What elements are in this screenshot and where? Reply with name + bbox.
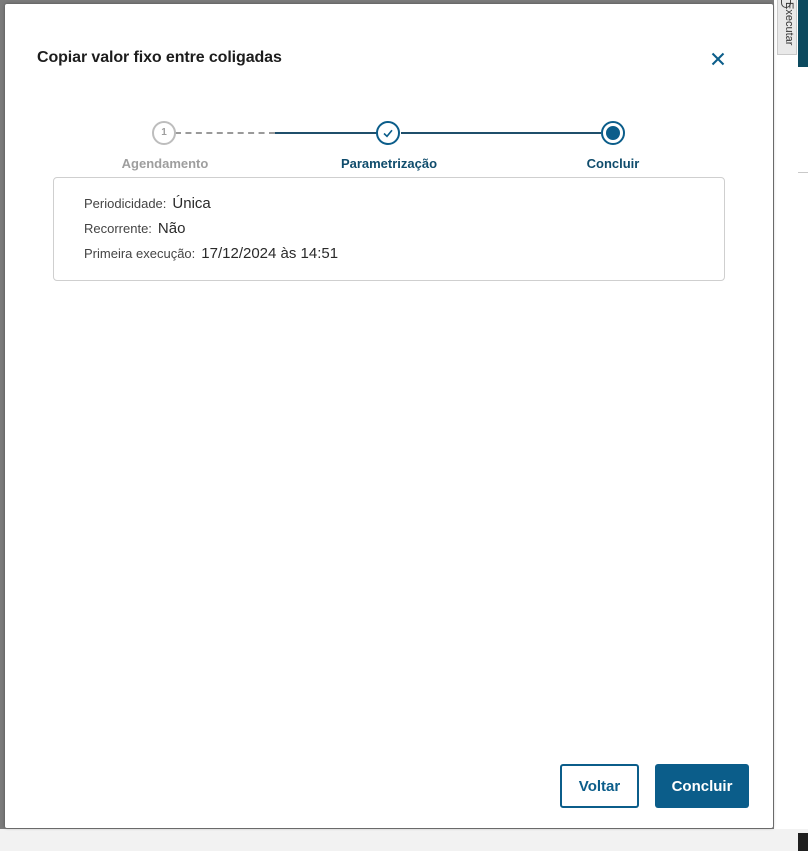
- stepper-connector-done: [401, 132, 601, 134]
- first-execution-label: Primeira execução:: [84, 246, 196, 261]
- first-execution-value: 17/12/2024 às 14:51: [201, 245, 339, 262]
- recurring-value: Não: [157, 220, 186, 237]
- step-1-number: 1: [161, 127, 167, 138]
- step-1-label: Agendamento: [121, 156, 209, 171]
- execute-side-tab-label: Executar: [783, 2, 795, 46]
- stepper-connector-done: [275, 132, 377, 134]
- step-3-indicator: [601, 121, 625, 145]
- step-2-indicator: [376, 121, 400, 145]
- recurring-row: Recorrente: Não: [84, 220, 185, 237]
- first-execution-row: Primeira execução: 17/12/2024 às 14:51: [84, 245, 338, 262]
- step-3-label: Concluir: [586, 156, 640, 171]
- dialog: Copiar valor fixo entre coligadas 1 Agen…: [5, 4, 773, 828]
- periodicity-label: Periodicidade:: [84, 196, 167, 211]
- periodicity-row: Periodicidade: Única: [84, 195, 211, 212]
- summary-card: Periodicidade: Única Recorrente: Não Prime…: [53, 177, 725, 281]
- step-3-dot: [606, 126, 620, 140]
- back-button[interactable]: Voltar: [560, 764, 639, 808]
- step-1-indicator: 1: [152, 121, 176, 145]
- stepper-connector-pending: [175, 132, 275, 134]
- background-footer: [0, 829, 808, 851]
- check-icon: [383, 129, 393, 138]
- background-divider: [798, 172, 808, 173]
- periodicity-value: Única: [172, 195, 211, 212]
- background-footer-mark: [798, 833, 808, 851]
- step-2-label: Parametrização: [340, 156, 438, 171]
- background-header-bar: [798, 0, 808, 67]
- background-panel: [774, 0, 808, 851]
- recurring-label: Recorrente:: [84, 221, 152, 236]
- finish-button[interactable]: Concluir: [655, 764, 749, 808]
- stepper: 1 Agendamento Parametrização Concluir: [5, 4, 773, 184]
